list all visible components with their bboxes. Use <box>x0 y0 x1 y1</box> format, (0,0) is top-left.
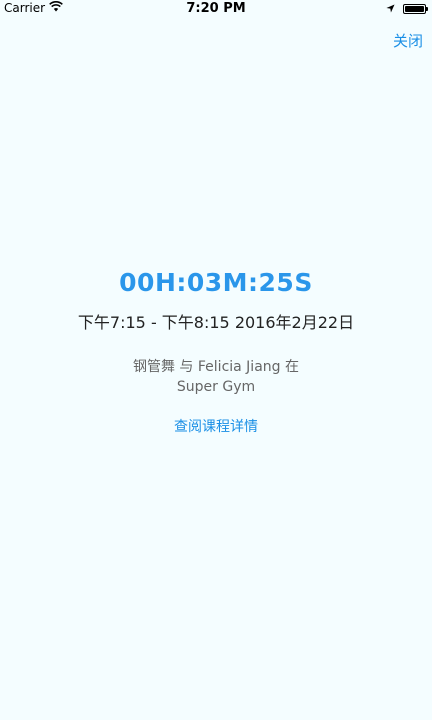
battery-icon <box>403 4 428 14</box>
location-arrow-icon <box>386 2 395 16</box>
view-class-details-link[interactable]: 查阅课程详情 <box>174 416 258 436</box>
class-info-line-2: Super Gym <box>176 379 256 395</box>
class-time-range: 下午7:15 - 下午8:15 2016年2月22日 <box>77 313 355 332</box>
class-info: 钢管舞 与 Felicia Jiang 在 Super Gym <box>0 357 432 397</box>
countdown-timer: 00H:03M:25S <box>119 268 313 297</box>
close-button[interactable]: 关闭 <box>393 30 423 51</box>
status-bar: Carrier 7:20 PM <box>0 0 432 18</box>
status-right <box>386 2 428 16</box>
status-time: 7:20 PM <box>186 1 246 16</box>
class-summary: 00H:03M:25S 下午7:15 - 下午8:15 2016年2月22日 钢… <box>0 266 432 436</box>
battery-level <box>405 6 424 12</box>
class-info-line-1: 钢管舞 与 Felicia Jiang 在 <box>132 359 299 375</box>
